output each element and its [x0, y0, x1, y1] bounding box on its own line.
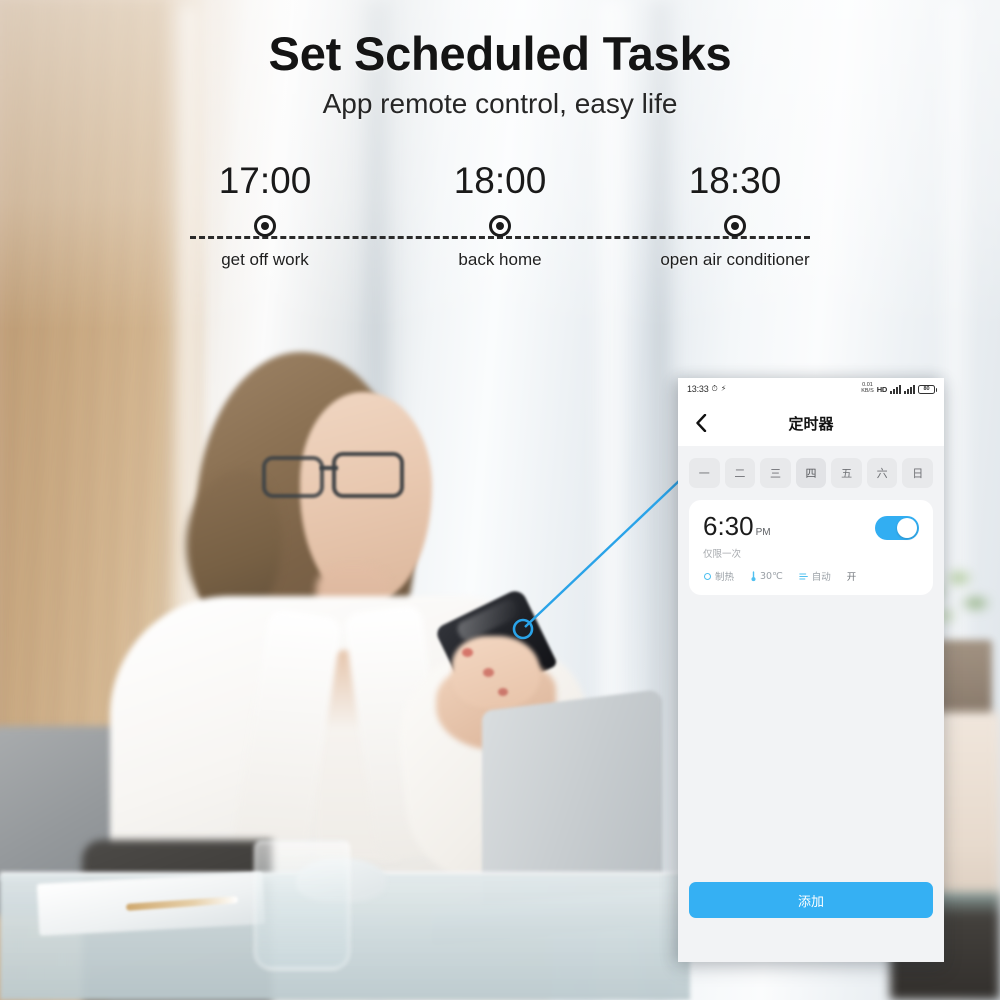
timer-tag-temperature-label: 30℃ — [760, 570, 783, 582]
page-title: Set Scheduled Tasks — [268, 27, 732, 80]
woman-hand-upper — [452, 636, 540, 708]
timer-ampm: PM — [755, 527, 771, 538]
timer-tag-power: 开 — [847, 569, 857, 583]
hd-voice-icon: HD — [876, 384, 888, 394]
weekday-chip-thu[interactable]: 四 — [795, 458, 827, 488]
fan-speed-icon — [799, 572, 808, 580]
screen-content: 一 二 三 四 五 六 日 6:30 PM 仅限一次 制热 30℃ 自动 开 添… — [678, 446, 944, 962]
timer-tag-temperature: 30℃ — [750, 571, 783, 582]
back-chevron-icon[interactable] — [692, 414, 710, 432]
status-clock: 13:33 — [687, 384, 709, 394]
signal-bars-icon — [890, 384, 901, 394]
timeline-marker-icon — [724, 215, 746, 237]
battery-level: 80 — [923, 386, 930, 392]
battery-saver-icon: ⚡ — [720, 384, 727, 393]
timeline-stop: 18:00 back home — [390, 162, 610, 270]
timeline-label: open air conditioner — [660, 250, 810, 269]
weekday-chip-sun[interactable]: 日 — [902, 458, 934, 488]
phone-screenshot: 13:33 ⏱ ⚡ 0.01 KB/S HD 80 定时器 一 二 三 四 五 … — [678, 378, 944, 962]
water-glass — [254, 840, 350, 970]
status-bar-left: 13:33 ⏱ ⚡ — [687, 384, 726, 394]
timer-tag-fan: 自动 — [799, 569, 831, 583]
weekday-chip-mon[interactable]: 一 — [689, 458, 720, 488]
timer-tag-power-label: 开 — [846, 572, 857, 583]
eyeglasses-icon — [262, 456, 324, 498]
data-rate-indicator: 0.01 KB/S — [861, 382, 874, 394]
timer-tag-fan-label: 自动 — [811, 572, 831, 583]
timer-repeat: 仅限一次 — [703, 549, 742, 560]
battery-icon: 80 — [918, 384, 937, 394]
timeline-label: back home — [458, 250, 542, 269]
back-chevron-glyph — [696, 414, 707, 432]
timer-card[interactable]: 6:30 PM 仅限一次 制热 30℃ 自动 开 — [689, 500, 933, 595]
timer-tag-mode-label: 制热 — [715, 572, 735, 583]
mode-heat-icon — [703, 572, 712, 580]
status-bar-right: 0.01 KB/S HD 80 — [861, 382, 937, 395]
add-timer-button[interactable]: 添加 — [689, 882, 933, 918]
timeline-label: get off work — [221, 250, 309, 269]
app-navbar: 定时器 — [678, 400, 944, 446]
timer-attributes: 制热 30℃ 自动 开 — [703, 569, 919, 583]
thermometer-icon — [751, 570, 756, 581]
weekday-chip-fri[interactable]: 五 — [831, 458, 862, 488]
timer-enable-toggle[interactable] — [875, 516, 919, 540]
timeline-time: 17:00 — [218, 160, 312, 201]
fingernail — [462, 648, 473, 657]
fingernail — [483, 668, 494, 677]
page-subtitle: App remote control, easy life — [322, 88, 678, 119]
promo-banner: Set Scheduled Tasks App remote control, … — [0, 0, 1000, 1000]
timeline-marker-icon — [254, 215, 276, 237]
eyeglasses-icon — [332, 452, 404, 498]
weekday-chip-sat[interactable]: 六 — [866, 458, 898, 488]
weekday-chip-wed[interactable]: 三 — [760, 458, 791, 488]
weekday-selector: 一 二 三 四 五 六 日 — [678, 446, 944, 488]
timeline-time: 18:00 — [453, 160, 547, 201]
toggle-knob — [897, 518, 917, 538]
timeline: 17:00 get off work 18:00 back home 18:30… — [0, 162, 1000, 292]
screen-title: 定时器 — [788, 414, 834, 433]
weekday-chip-tue[interactable]: 二 — [724, 458, 756, 488]
status-bar: 13:33 ⏱ ⚡ 0.01 KB/S HD 80 — [678, 378, 944, 400]
timeline-marker-icon — [489, 215, 511, 237]
signal-bars-icon — [904, 384, 915, 394]
timer-tag-mode: 制热 — [703, 569, 734, 583]
fingernail — [498, 688, 508, 696]
timeline-stop: 18:30 open air conditioner — [625, 162, 845, 270]
timer-time: 6:30 — [703, 511, 754, 541]
eyeglasses-bridge — [320, 466, 338, 470]
timeline-time: 18:30 — [688, 160, 782, 201]
alarm-icon: ⏱ — [711, 384, 718, 393]
timeline-stop: 17:00 get off work — [155, 162, 375, 270]
